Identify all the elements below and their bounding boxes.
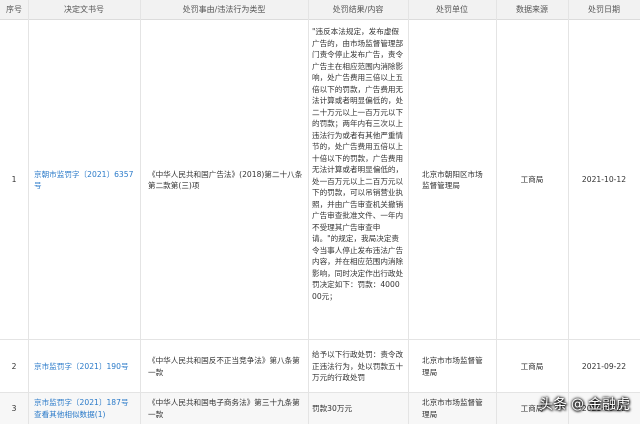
- reason-cell: 《中华人民共和国电子商务法》第三十九条第一款: [148, 393, 304, 424]
- at-icon: @: [571, 396, 584, 412]
- penalty-table: 序号 决定文书号 处罚事由/违法行为类型 处罚结果/内容 处罚单位 数据来源 处…: [0, 0, 640, 424]
- doc-no-link[interactable]: 京市监罚字〔2021〕190号: [34, 361, 129, 373]
- result-text: 罚款30万元: [312, 403, 353, 413]
- column-divider: [568, 0, 569, 424]
- column-divider: [140, 0, 141, 424]
- column-divider: [496, 0, 497, 424]
- unit-cell: 北京市朝阳区市场监督管理局: [422, 20, 488, 340]
- watermark-brand: 头条: [539, 397, 567, 413]
- table-row: 1 京朝市监罚字〔2021〕6357号 《中华人民共和国广告法》(2018)第二…: [0, 20, 640, 340]
- unit-cell: 北京市市场监督管理局: [422, 340, 488, 393]
- unit-text: 北京市市场监督管理局: [422, 356, 483, 377]
- unit-text: 北京市朝阳区市场监督管理局: [422, 169, 483, 191]
- column-divider: [408, 0, 409, 424]
- reason-text: 《中华人民共和国电子商务法》第三十九条第一款: [148, 398, 300, 419]
- unit-cell: 北京市市场监督管理局: [422, 393, 488, 424]
- col-header-index: 序号: [6, 5, 22, 14]
- row-index: 3: [11, 403, 17, 413]
- col-header-reason: 处罚事由/违法行为类型: [182, 5, 266, 14]
- reason-cell: 《中华人民共和国广告法》(2018)第二十八条第二款第(三)项: [148, 20, 304, 340]
- col-header-unit: 处罚单位: [436, 5, 468, 14]
- doc-no-cell: 京市监罚字〔2021〕190号: [34, 340, 140, 393]
- source-text: 工商局: [520, 175, 544, 185]
- watermark-account: 金融虎: [588, 397, 630, 413]
- column-divider: [308, 0, 309, 424]
- reason-text: 《中华人民共和国广告法》(2018)第二十八条第二款第(三)项: [148, 169, 303, 191]
- table-row: 2 京市监罚字〔2021〕190号 《中华人民共和国反不正当竞争法》第八条第一款…: [0, 340, 640, 393]
- result-cell: 罚款30万元: [312, 393, 404, 424]
- doc-no-cell: 京市监罚字〔2021〕187号 查看其他相似数据(1): [34, 393, 140, 424]
- result-text: 给予以下行政处罚：责令改正违法行为，处以罚款五十万元的行政处罚: [312, 350, 404, 383]
- col-header-date: 处罚日期: [588, 5, 620, 14]
- watermark: 头条 @ 金融虎: [539, 392, 630, 416]
- result-cell: 给予以下行政处罚：责令改正违法行为，处以罚款五十万元的行政处罚: [312, 340, 404, 393]
- col-header-result: 处罚结果/内容: [332, 5, 384, 14]
- doc-no-cell: 京朝市监罚字〔2021〕6357号: [34, 20, 140, 340]
- date-text: 2021-09-22: [581, 361, 627, 371]
- column-divider: [28, 0, 29, 424]
- row-index: 1: [11, 175, 17, 185]
- unit-text: 北京市市场监督管理局: [422, 398, 483, 419]
- source-text: 工商局: [520, 361, 544, 371]
- col-header-doc-no: 决定文书号: [64, 5, 104, 14]
- table-header: 序号 决定文书号 处罚事由/违法行为类型 处罚结果/内容 处罚单位 数据来源 处…: [0, 0, 640, 20]
- row-index: 2: [11, 361, 17, 371]
- doc-no-link[interactable]: 京市监罚字〔2021〕187号: [34, 397, 129, 409]
- reason-text: 《中华人民共和国反不正当竞争法》第八条第一款: [148, 356, 300, 377]
- reason-cell: 《中华人民共和国反不正当竞争法》第八条第一款: [148, 340, 304, 393]
- col-header-source: 数据来源: [516, 5, 548, 14]
- date-text: 2021-10-12: [581, 175, 627, 185]
- similar-data-link[interactable]: 查看其他相似数据(1): [34, 409, 129, 421]
- result-text: "违反本法规定，发布虚假广告的，由市场监督管理部门责令停止发布广告，责令广告主在…: [312, 27, 404, 301]
- doc-no-link[interactable]: 京朝市监罚字〔2021〕6357号: [34, 169, 140, 192]
